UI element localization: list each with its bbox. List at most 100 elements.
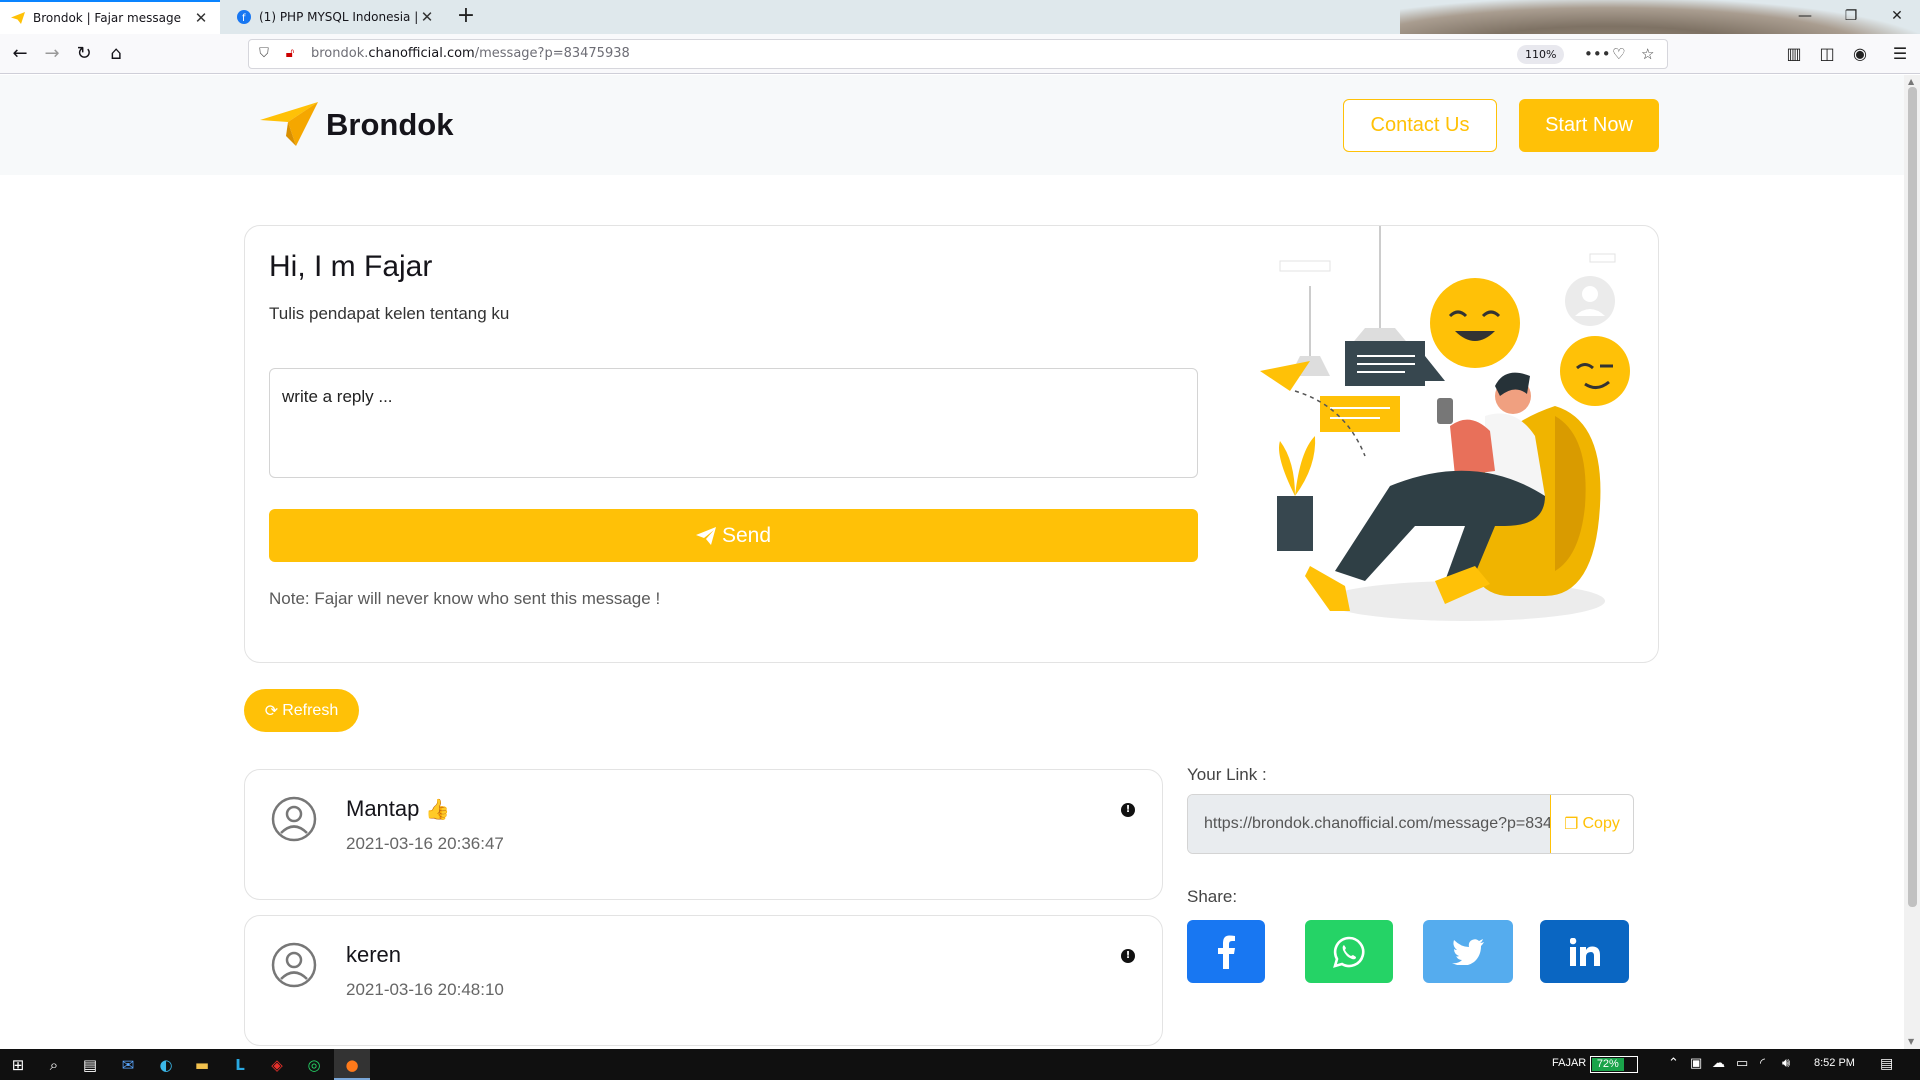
close-tab-icon[interactable]: ✕ bbox=[418, 8, 436, 26]
bookmark-star-icon[interactable]: ☆ bbox=[1641, 45, 1654, 63]
twitter-icon bbox=[1452, 938, 1484, 965]
file-explorer-icon[interactable]: ▬ bbox=[190, 1053, 214, 1077]
facebook-favicon-icon: f bbox=[236, 9, 252, 25]
site-header: Brondok Contact Us Start Now bbox=[0, 75, 1904, 175]
share-twitter-button[interactable] bbox=[1423, 920, 1513, 983]
reply-textarea[interactable] bbox=[269, 368, 1198, 478]
share-linkedin-button[interactable] bbox=[1540, 920, 1629, 983]
address-bar[interactable]: ⛉ 🔓︎ brondok.chanofficial.com/message?p=… bbox=[248, 39, 1668, 69]
onedrive-icon[interactable]: ☁ bbox=[1712, 1055, 1725, 1071]
message-text: Mantap 👍 bbox=[346, 796, 451, 821]
volume-icon[interactable]: 🔊︎ bbox=[1782, 1055, 1790, 1071]
message-timestamp: 2021-03-16 20:36:47 bbox=[346, 834, 504, 853]
firefox-taskbar-button[interactable]: ● bbox=[334, 1049, 370, 1080]
whatsapp-icon bbox=[1333, 936, 1365, 968]
send-label: Send bbox=[721, 523, 772, 547]
brand[interactable]: Brondok bbox=[260, 102, 453, 148]
close-tab-icon[interactable]: ✕ bbox=[192, 9, 210, 27]
link-input[interactable]: https://brondok.chanofficial.com/message… bbox=[1188, 795, 1550, 853]
facebook-icon bbox=[1218, 935, 1235, 969]
device-icon[interactable]: ▣ bbox=[1690, 1055, 1702, 1071]
edge-icon[interactable]: ◐ bbox=[154, 1053, 178, 1077]
url-text: brondok.chanofficial.com/message?p=83475… bbox=[311, 46, 630, 61]
forward-icon[interactable]: → bbox=[38, 40, 66, 68]
tab-facebook[interactable]: f (1) PHP MYSQL Indonesia | Fac ✕ bbox=[226, 0, 446, 34]
message-form-card: Hi, I m Fajar Tulis pendapat kelen tenta… bbox=[244, 225, 1659, 663]
insecure-lock-icon[interactable]: 🔓︎ bbox=[281, 46, 299, 64]
tab-bar: Brondok | Fajar message ✕ f (1) PHP MYSQ… bbox=[0, 0, 1920, 34]
person-chatting-illustration bbox=[1260, 226, 1630, 621]
share-facebook-button[interactable] bbox=[1187, 920, 1265, 983]
paper-plane-favicon-icon bbox=[10, 10, 26, 26]
page-scrollbar[interactable]: ▲ ▼ bbox=[1904, 75, 1920, 1049]
mail-icon[interactable]: ✉ bbox=[116, 1053, 140, 1077]
whatsapp-taskbar-icon[interactable]: ◎ bbox=[302, 1053, 326, 1077]
greeting-heading: Hi, I m Fajar bbox=[269, 250, 433, 283]
svg-text:f: f bbox=[242, 13, 246, 24]
new-tab-button[interactable]: + bbox=[452, 3, 480, 31]
thumbs-up-icon: 👍 bbox=[425, 798, 451, 821]
back-icon[interactable]: ← bbox=[6, 40, 34, 68]
tab-title: (1) PHP MYSQL Indonesia | Fac bbox=[259, 10, 418, 24]
user-name: FAJAR bbox=[1552, 1057, 1587, 1069]
zoom-level[interactable]: 110% bbox=[1517, 45, 1565, 64]
paper-plane-logo-icon bbox=[260, 102, 318, 146]
search-icon[interactable]: ⌕ bbox=[42, 1053, 66, 1077]
share-panel: Your Link : https://brondok.chanofficial… bbox=[1187, 765, 1637, 983]
copy-button[interactable]: ❐ Copy bbox=[1550, 795, 1633, 853]
tab-title: Brondok | Fajar message bbox=[33, 11, 181, 25]
battery-indicator[interactable]: 72% bbox=[1590, 1056, 1638, 1073]
send-button[interactable]: Send bbox=[269, 509, 1198, 562]
refresh-label: Refresh bbox=[282, 701, 339, 719]
scrollbar-thumb[interactable] bbox=[1908, 87, 1917, 907]
reload-icon[interactable]: ↻ bbox=[70, 40, 98, 68]
your-link-label: Your Link : bbox=[1187, 765, 1267, 784]
firefox-icon: ● bbox=[345, 1056, 359, 1074]
library-icon[interactable]: ▥ bbox=[1782, 42, 1806, 66]
chevron-up-icon[interactable]: ⌃ bbox=[1668, 1055, 1679, 1071]
wifi-icon[interactable]: ◜ bbox=[1760, 1055, 1765, 1071]
task-view-icon[interactable]: ▤ bbox=[78, 1053, 102, 1077]
windows-taskbar: ⊞ ⌕ ▤ ✉ ◐ ▬ L ◈ ◎ ● FAJAR 72% ⌃ ▣ ☁ ▭ ◜ … bbox=[0, 1049, 1920, 1080]
close-window-icon[interactable]: ✕ bbox=[1874, 0, 1920, 34]
refresh-button[interactable]: ⟳ Refresh bbox=[244, 689, 359, 732]
battery-icon[interactable]: ▭ bbox=[1736, 1055, 1748, 1071]
menu-icon[interactable]: ☰ bbox=[1888, 42, 1912, 66]
user-avatar-icon bbox=[271, 796, 317, 842]
brand-name: Brondok bbox=[326, 107, 454, 142]
refresh-icon: ⟳ bbox=[264, 702, 279, 720]
windows-start-icon[interactable]: ⊞ bbox=[6, 1053, 30, 1077]
account-icon[interactable]: ◉ bbox=[1848, 42, 1872, 66]
subtitle: Tulis pendapat kelen tentang ku bbox=[269, 304, 510, 323]
link-field: https://brondok.chanofficial.com/message… bbox=[1187, 794, 1634, 854]
report-icon[interactable]: ! bbox=[1121, 803, 1135, 817]
message-card: Mantap 👍 2021-03-16 20:36:47 ! bbox=[244, 769, 1163, 900]
start-now-button[interactable]: Start Now bbox=[1519, 99, 1659, 152]
home-icon[interactable]: ⌂ bbox=[102, 40, 130, 68]
notifications-icon[interactable]: ▤ bbox=[1880, 1055, 1893, 1072]
anonymity-note: Note: Fajar will never know who sent thi… bbox=[269, 589, 661, 608]
linkedin-icon bbox=[1569, 937, 1600, 966]
report-icon[interactable]: ! bbox=[1121, 949, 1135, 963]
message-card: keren 2021-03-16 20:48:10 ! bbox=[244, 915, 1163, 1046]
page-actions-icon[interactable]: ••• bbox=[1584, 45, 1611, 63]
shield-icon[interactable]: ⛉ bbox=[255, 46, 273, 64]
message-text: keren bbox=[346, 942, 402, 967]
restore-icon[interactable]: ❐ bbox=[1828, 0, 1874, 34]
sidebar-icon[interactable]: ◫ bbox=[1815, 42, 1839, 66]
clock[interactable]: 8:52 PM bbox=[1814, 1057, 1855, 1069]
page-content: Brondok Contact Us Start Now Hi, I m Faj… bbox=[0, 75, 1904, 1049]
pocket-icon[interactable]: ♡ bbox=[1612, 45, 1625, 63]
paper-plane-icon bbox=[695, 526, 716, 545]
mcafee-icon[interactable]: ◈ bbox=[265, 1053, 289, 1077]
user-avatar-icon bbox=[271, 942, 317, 988]
message-timestamp: 2021-03-16 20:48:10 bbox=[346, 980, 504, 999]
scroll-up-icon[interactable]: ▲ bbox=[1908, 77, 1914, 86]
scroll-down-icon[interactable]: ▼ bbox=[1908, 1037, 1914, 1046]
copy-icon: ❐ bbox=[1564, 816, 1579, 833]
contact-us-button[interactable]: Contact Us bbox=[1343, 99, 1497, 152]
tab-brondok[interactable]: Brondok | Fajar message ✕ bbox=[0, 0, 220, 34]
share-whatsapp-button[interactable] bbox=[1305, 920, 1393, 983]
app-l-icon[interactable]: L bbox=[228, 1053, 252, 1077]
minimize-icon[interactable]: — bbox=[1782, 0, 1828, 34]
